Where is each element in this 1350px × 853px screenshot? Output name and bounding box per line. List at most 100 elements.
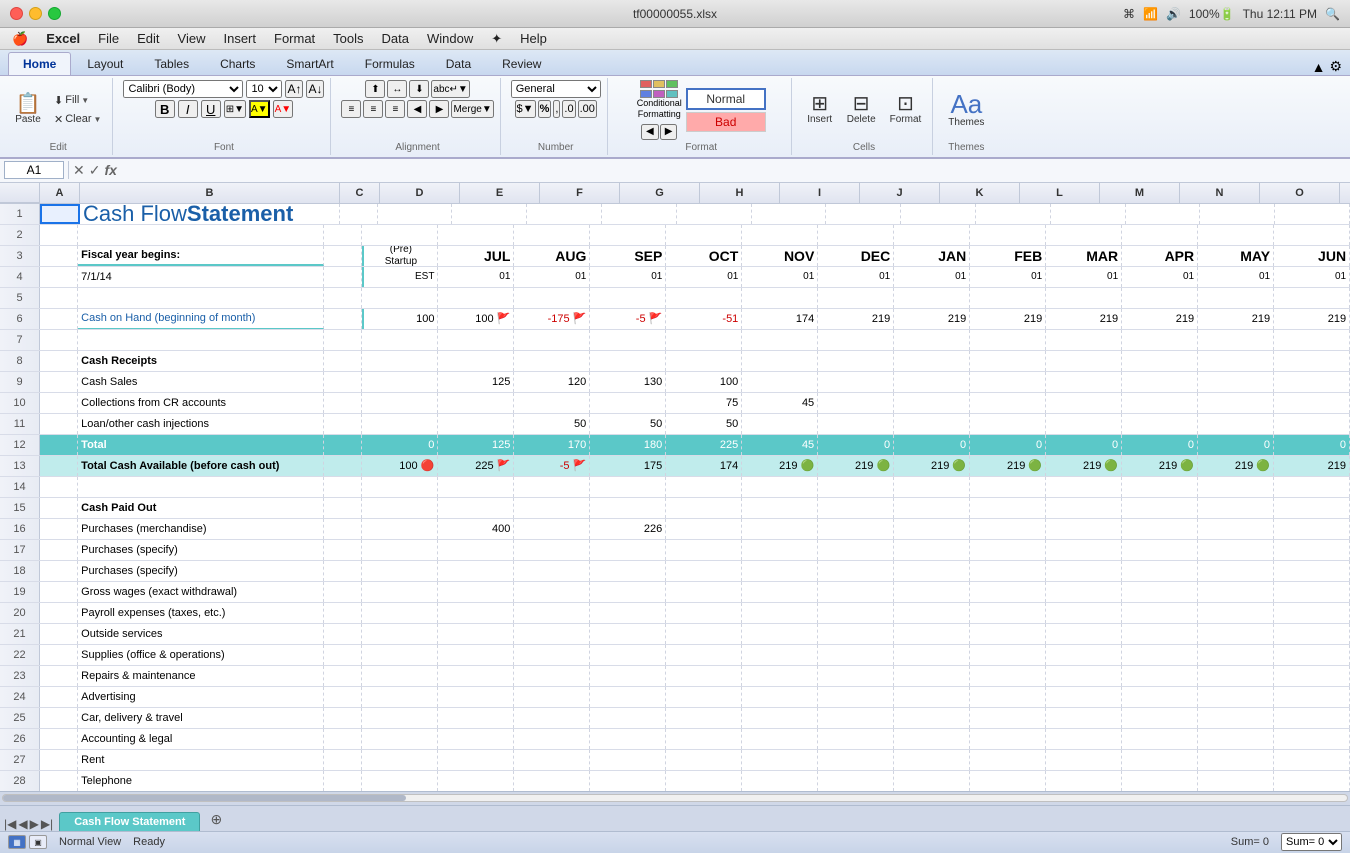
- page-layout-icon[interactable]: ▣: [29, 835, 47, 849]
- cell-b2[interactable]: [78, 225, 324, 245]
- row-header-5[interactable]: 5: [0, 288, 40, 308]
- row-header-23[interactable]: 23: [0, 666, 40, 686]
- nov-header[interactable]: NOV: [742, 246, 818, 266]
- cell-i1[interactable]: [752, 204, 827, 224]
- total-label[interactable]: Total: [78, 435, 324, 455]
- col-header-o[interactable]: O: [1260, 183, 1340, 203]
- sheet-nav-prev[interactable]: ◀: [18, 817, 27, 831]
- col-header-f[interactable]: F: [540, 183, 620, 203]
- menu-view[interactable]: View: [170, 29, 214, 48]
- col-header-a[interactable]: A: [40, 183, 80, 203]
- col-header-d[interactable]: D: [380, 183, 460, 203]
- formula-input[interactable]: [121, 162, 1346, 178]
- feb-header[interactable]: FEB: [970, 246, 1046, 266]
- menu-file[interactable]: File: [90, 29, 127, 48]
- row-header-8[interactable]: 8: [0, 351, 40, 371]
- number-format-select[interactable]: General: [511, 80, 601, 98]
- row-header-1[interactable]: 1: [0, 204, 40, 224]
- cell-l1[interactable]: [976, 204, 1051, 224]
- cell-reference-input[interactable]: [4, 161, 64, 179]
- menu-format[interactable]: Format: [266, 29, 323, 48]
- cell-g1[interactable]: [602, 204, 677, 224]
- conditional-formatting-button[interactable]: ConditionalFormatting: [637, 80, 682, 120]
- col-header-l[interactable]: L: [1020, 183, 1100, 203]
- may-header[interactable]: MAY: [1198, 246, 1274, 266]
- align-right-button[interactable]: ≡: [385, 100, 405, 118]
- jan-header[interactable]: JAN: [894, 246, 970, 266]
- themes-button[interactable]: Aa Themes: [943, 88, 989, 131]
- grid-container[interactable]: 1 Cash Flow Statement: [0, 204, 1350, 791]
- row-header-22[interactable]: 22: [0, 645, 40, 665]
- format-button[interactable]: ⊡ Format: [885, 91, 927, 128]
- loan-label[interactable]: Loan/other cash injections: [78, 414, 324, 434]
- align-bottom-button[interactable]: ⬇: [409, 80, 429, 98]
- sheet-nav-first[interactable]: |◀: [4, 817, 16, 831]
- col-header-b[interactable]: B: [80, 183, 340, 203]
- collections-label[interactable]: Collections from CR accounts: [78, 393, 324, 413]
- fx-icon[interactable]: fx: [104, 162, 116, 179]
- row-header-13[interactable]: 13: [0, 456, 40, 476]
- paste-button[interactable]: 📋 Paste: [10, 91, 46, 128]
- scrollbar-track[interactable]: [2, 794, 1348, 802]
- wrap-text-button[interactable]: abc↵▼: [431, 80, 469, 98]
- cell-a2[interactable]: [40, 225, 78, 245]
- jul-header[interactable]: JUL: [438, 246, 514, 266]
- row-header-6[interactable]: 6: [0, 309, 40, 329]
- cell-e1[interactable]: [452, 204, 527, 224]
- close-button[interactable]: [10, 7, 23, 20]
- italic-button[interactable]: I: [178, 100, 198, 118]
- cell-a1[interactable]: [40, 204, 80, 224]
- sheet-nav-next[interactable]: ▶: [30, 817, 39, 831]
- cancel-formula-icon[interactable]: ✕: [73, 162, 85, 179]
- col-header-m[interactable]: M: [1100, 183, 1180, 203]
- ribbon-options-icon[interactable]: ⚙: [1329, 58, 1342, 75]
- comma-button[interactable]: ,: [553, 100, 560, 118]
- search-icon[interactable]: 🔍: [1325, 7, 1340, 21]
- row-header-21[interactable]: 21: [0, 624, 40, 644]
- minimize-button[interactable]: [29, 7, 42, 20]
- cash-sales-label[interactable]: Cash Sales: [78, 372, 324, 392]
- row-header-2[interactable]: 2: [0, 225, 40, 245]
- tab-formulas[interactable]: Formulas: [350, 52, 430, 75]
- indent-increase-button[interactable]: ▶: [429, 100, 449, 118]
- apr-header[interactable]: APR: [1122, 246, 1198, 266]
- bold-button[interactable]: B: [155, 100, 175, 118]
- underline-button[interactable]: U: [201, 100, 221, 118]
- currency-button[interactable]: $▼: [515, 100, 536, 118]
- row-header-19[interactable]: 19: [0, 582, 40, 602]
- menu-excel[interactable]: Excel: [38, 29, 88, 48]
- cash-on-hand-label[interactable]: Cash on Hand (beginning of month): [78, 309, 324, 329]
- status-dropdown[interactable]: Sum= 0: [1281, 833, 1342, 851]
- format-style-normal[interactable]: Normal: [686, 88, 766, 110]
- row-header-16[interactable]: 16: [0, 519, 40, 539]
- insert-button[interactable]: ⊞ Insert: [802, 91, 838, 128]
- col-header-h[interactable]: H: [700, 183, 780, 203]
- menu-window[interactable]: Window: [419, 29, 481, 48]
- row-header-17[interactable]: 17: [0, 540, 40, 560]
- font-color-button[interactable]: A▼: [273, 100, 294, 118]
- col-header-c[interactable]: C: [340, 183, 380, 203]
- row-header-25[interactable]: 25: [0, 708, 40, 728]
- cell-o1[interactable]: [1200, 204, 1275, 224]
- row-header-10[interactable]: 10: [0, 393, 40, 413]
- cell-c1[interactable]: [340, 204, 378, 224]
- row-header-12[interactable]: 12: [0, 435, 40, 455]
- cf-prev-button[interactable]: ◀: [641, 124, 659, 140]
- decimal-increase-button[interactable]: .0: [562, 100, 575, 118]
- tab-tables[interactable]: Tables: [139, 52, 204, 75]
- row-header-4[interactable]: 4: [0, 267, 40, 287]
- menu-tools[interactable]: Tools: [325, 29, 371, 48]
- tab-data[interactable]: Data: [431, 52, 486, 75]
- cash-receipts-label[interactable]: Cash Receipts: [78, 351, 324, 371]
- row-header-27[interactable]: 27: [0, 750, 40, 770]
- menu-edit[interactable]: Edit: [129, 29, 167, 48]
- fill-button[interactable]: ⬇ Fill ▼: [49, 92, 106, 109]
- percent-button[interactable]: %: [538, 100, 552, 118]
- menu-help[interactable]: Help: [512, 29, 555, 48]
- total-cash-available-label[interactable]: Total Cash Available (before cash out): [78, 456, 324, 476]
- cf-next-button[interactable]: ▶: [660, 124, 678, 140]
- col-header-e[interactable]: E: [460, 183, 540, 203]
- row-header-18[interactable]: 18: [0, 561, 40, 581]
- fiscal-year-label[interactable]: Fiscal year begins:: [78, 246, 324, 266]
- fiscal-year-date[interactable]: 7/1/14: [78, 267, 324, 287]
